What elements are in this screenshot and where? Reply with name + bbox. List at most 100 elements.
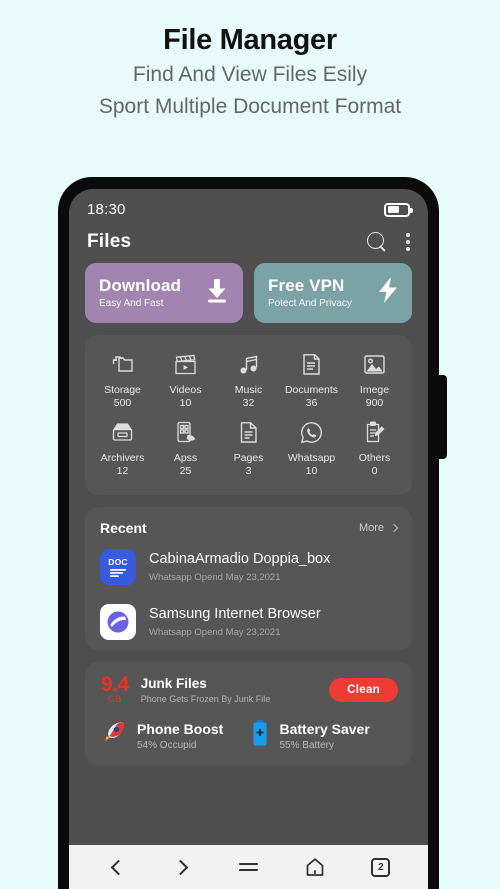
category-whatsapp[interactable]: Whatsapp 10: [280, 415, 343, 483]
chevron-right-icon: [172, 859, 189, 875]
junk-subtitle: Phone Gets Frozen By Junk File: [140, 693, 271, 704]
app-title: Files: [87, 231, 132, 252]
category-label: Apss: [173, 451, 198, 464]
promo-card-vpn[interactable]: Free VPN Potect And Privacy: [254, 263, 412, 323]
whatsapp-icon: [300, 420, 323, 445]
category-archivers[interactable]: Archivers 12: [91, 415, 154, 483]
archive-drawer-icon: [111, 420, 134, 445]
category-label: Imege: [359, 384, 390, 396]
tool-title: Battery Saver: [279, 721, 370, 738]
junk-amount-value: 9.4: [101, 672, 129, 696]
promo-card-download[interactable]: Download Easy And Fast: [85, 263, 243, 323]
recent-item-meta: Whatsapp Opend May 23,2021: [149, 571, 281, 583]
category-label: Pages: [233, 451, 264, 464]
category-label: Whatsapp: [287, 451, 336, 464]
doc-icon-label: DOC: [108, 556, 128, 567]
samsung-browser-icon: [100, 603, 136, 640]
category-storage[interactable]: Storage 500: [91, 347, 154, 415]
promo-page: File Manager Find And View Files Esily S…: [0, 0, 500, 889]
recent-more-label: More: [358, 521, 384, 534]
document-icon: [302, 352, 321, 377]
category-label: Music: [234, 384, 263, 396]
doc-file-icon: DOC: [100, 548, 136, 585]
chevron-left-icon: [110, 859, 126, 875]
category-count: 10: [179, 397, 192, 410]
category-count: 900: [365, 397, 384, 410]
category-pages[interactable]: Pages 3: [217, 415, 280, 483]
clean-button[interactable]: Clean: [329, 677, 398, 702]
recent-card: Recent More DOC CabinaArmadio Doppia_box…: [85, 506, 412, 650]
phone-mockup: 18:30 Files Download Easy And Fast Free …: [58, 177, 447, 889]
tabs-count-icon: 2: [371, 857, 391, 877]
bolt-icon: [377, 276, 399, 309]
category-count: 32: [242, 397, 255, 410]
category-image[interactable]: Imege 900: [343, 347, 406, 415]
category-count: 25: [179, 464, 192, 477]
phone-frame: 18:30 Files Download Easy And Fast Free …: [58, 177, 439, 889]
nav-forward-button[interactable]: [162, 852, 202, 882]
bottom-navigation-bar: 2: [69, 845, 428, 889]
category-others[interactable]: Others 0: [343, 415, 406, 483]
categories-grid: Storage 500 Videos 10 Music 32 Documents…: [85, 335, 412, 495]
status-clock: 18:30: [87, 201, 126, 218]
junk-amount: 9.4 GB: [101, 672, 129, 705]
page-lines-icon: [239, 420, 258, 445]
image-icon: [363, 352, 386, 377]
nav-tabs-button[interactable]: 2: [361, 852, 401, 882]
category-label: Storage: [104, 384, 141, 396]
category-music[interactable]: Music 32: [217, 347, 280, 415]
chevron-right-icon: [389, 523, 399, 532]
more-vertical-icon[interactable]: [406, 233, 410, 251]
promo-title: Free VPN: [268, 276, 345, 296]
recent-header: Recent More: [85, 507, 412, 540]
phone-screen: 18:30 Files Download Easy And Fast Free …: [69, 189, 428, 889]
promo-cards: Download Easy And Fast Free VPN Potect A…: [69, 263, 428, 323]
header: File Manager Find And View Files Esily S…: [0, 0, 500, 121]
promo-title: Download: [99, 276, 182, 296]
recent-item[interactable]: DOC CabinaArmadio Doppia_box Whatsapp Op…: [85, 540, 412, 595]
nav-back-button[interactable]: [96, 852, 136, 882]
phone-apps-icon: [175, 420, 197, 445]
category-count: 12: [116, 464, 129, 477]
junk-row: 9.4 GB Junk Files Phone Gets Frozen By J…: [85, 662, 412, 716]
nav-menu-button[interactable]: [228, 852, 268, 882]
category-label: Others: [358, 451, 391, 464]
promo-subtitle: Potect And Privacy: [268, 297, 352, 309]
promo-subtitle: Easy And Fast: [99, 297, 164, 309]
tool-phone-boost[interactable]: Phone Boost 54% Occupid: [101, 719, 250, 752]
page-subtitle-line-1: Find And View Files Esily: [132, 63, 368, 87]
recent-item-name: Samsung Internet Browser: [149, 606, 321, 623]
home-icon: [306, 858, 324, 876]
recent-item[interactable]: Samsung Internet Browser Whatsapp Opend …: [85, 595, 412, 650]
page-subtitle-line-2: Sport Multiple Document Format: [98, 95, 402, 119]
battery-blue-icon: [250, 719, 270, 752]
tool-title: Phone Boost: [137, 721, 224, 738]
clipboard-pen-icon: [364, 420, 385, 445]
page-title: File Manager: [163, 24, 337, 56]
app-bar: Files: [69, 222, 428, 263]
category-documents[interactable]: Documents 36: [280, 347, 343, 415]
category-apps[interactable]: Apss 25: [154, 415, 217, 483]
tool-battery-saver[interactable]: Battery Saver 55% Battery: [250, 719, 399, 752]
rocket-icon: [101, 720, 127, 751]
app-bar-actions: [367, 231, 410, 253]
search-icon[interactable]: [367, 231, 388, 253]
tools-row: Phone Boost 54% Occupid Battery Saver 55…: [85, 715, 412, 766]
category-count: 3: [245, 464, 252, 477]
recent-title: Recent: [100, 519, 147, 536]
recent-more-button[interactable]: More: [358, 521, 399, 534]
category-videos[interactable]: Videos 10: [154, 347, 217, 415]
junk-card: 9.4 GB Junk Files Phone Gets Frozen By J…: [85, 661, 412, 767]
tool-subtitle: 55% Battery: [279, 739, 334, 751]
battery-icon: [384, 202, 413, 217]
music-note-icon: [238, 352, 260, 377]
category-count: 10: [305, 464, 318, 477]
category-count: 36: [305, 397, 318, 410]
category-count: 500: [113, 397, 132, 410]
folders-icon: [111, 352, 135, 377]
phone-side-button[interactable]: [439, 375, 447, 459]
recent-item-name: CabinaArmadio Doppia_box: [149, 551, 331, 568]
nav-home-button[interactable]: [295, 852, 335, 882]
tool-subtitle: 54% Occupid: [137, 739, 197, 751]
category-label: Archivers: [100, 451, 145, 464]
